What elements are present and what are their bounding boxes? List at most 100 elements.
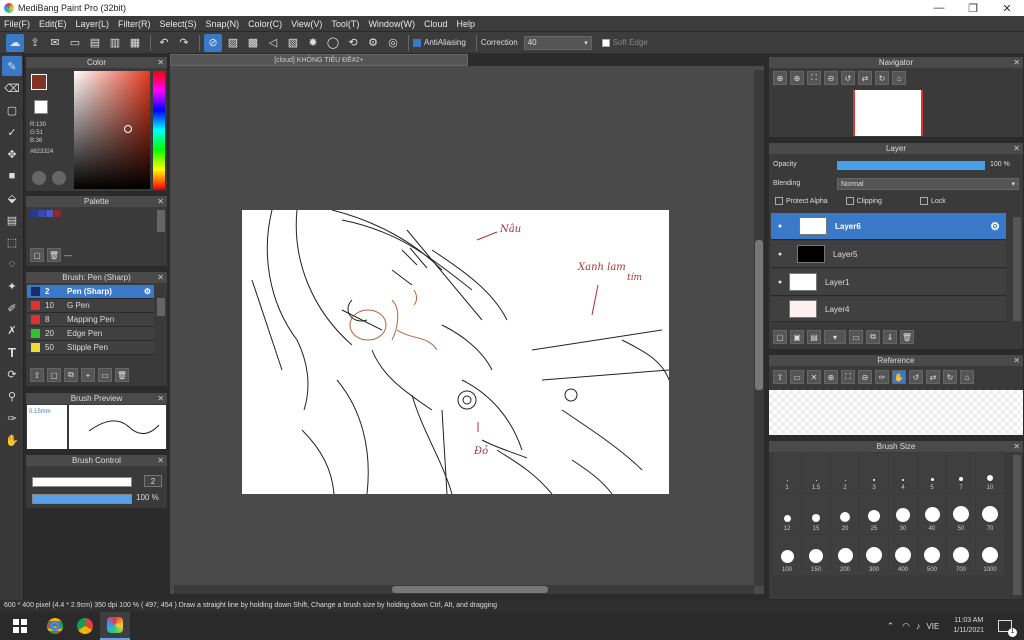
brush-size-option[interactable]: 25 [860, 494, 888, 534]
antialiasing-checkbox[interactable] [413, 38, 421, 47]
upload-icon[interactable]: ⇧ [30, 368, 44, 382]
fit-icon[interactable]: ⛶ [807, 71, 821, 85]
upload-icon[interactable]: ⇧ [773, 370, 787, 384]
background-color-swatch[interactable] [34, 100, 48, 114]
brush-size-option[interactable]: 40 [918, 494, 946, 534]
vertical-scroll-thumb[interactable] [755, 240, 763, 390]
menu-help[interactable]: Help [456, 19, 475, 29]
brush-size-option[interactable]: 15 [802, 494, 830, 534]
menu-file[interactable]: File(F) [4, 19, 30, 29]
eraser-tool-icon[interactable]: ⌫ [2, 78, 22, 98]
close-icon[interactable]: ✕ [157, 455, 164, 466]
folder-icon[interactable]: ▭ [849, 330, 863, 344]
zoom-in-icon[interactable]: ⊕ [773, 71, 787, 85]
magic-wand-icon[interactable]: ✦ [2, 276, 22, 296]
snap-parallel-icon[interactable]: ▨ [224, 34, 242, 52]
snap-concentric-icon[interactable]: ✸ [304, 34, 322, 52]
zoom-in-icon[interactable]: ⊕ [824, 370, 838, 384]
operation-tool-icon[interactable]: ⟳ [2, 364, 22, 384]
menu-tool[interactable]: Tool(T) [331, 19, 359, 29]
snap-circle-icon[interactable]: ◯ [324, 34, 342, 52]
flip-icon[interactable]: ⇄ [926, 370, 940, 384]
lock-icon[interactable]: ⌂ [960, 370, 974, 384]
close-icon[interactable]: ✕ [1013, 143, 1020, 154]
input-language[interactable]: VIE [926, 622, 939, 631]
layer-row[interactable]: ● Layer5 [771, 241, 1006, 268]
layer-row[interactable]: Layer4 [771, 297, 1006, 322]
notification-icon[interactable]: 1 [998, 620, 1017, 637]
horizontal-scroll-thumb[interactable] [392, 586, 548, 593]
new-layer-alt-icon[interactable]: ▣ [790, 330, 804, 344]
text-tool-icon[interactable]: T [2, 342, 22, 362]
new-layer-icon[interactable]: ▢ [773, 330, 787, 344]
brush-item[interactable]: 8 Mapping Pen [27, 313, 154, 327]
lock-checkbox[interactable] [919, 197, 928, 205]
gradient-tool-icon[interactable]: ▤ [2, 210, 22, 230]
reference-image-area[interactable] [769, 390, 1023, 435]
volume-icon[interactable]: ♪ [916, 621, 921, 631]
correction-select[interactable]: 40 ▾ [523, 35, 592, 50]
move-tool-icon[interactable]: ✥ [2, 144, 22, 164]
menu-snap[interactable]: Snap(N) [206, 19, 240, 29]
medibang-taskbar-icon[interactable] [100, 612, 130, 640]
close-reference-icon[interactable]: ✕ [807, 370, 821, 384]
snap-gear-icon[interactable]: ⚙ [364, 34, 382, 52]
brush-size-option[interactable]: 400 [889, 535, 917, 575]
brush-size-option[interactable]: 100 [773, 535, 801, 575]
fit-icon[interactable]: ⛶ [841, 370, 855, 384]
brush-item[interactable]: 2 Pen (Sharp) ⚙ [27, 285, 154, 299]
swap-color-button[interactable] [52, 171, 66, 185]
brush-item[interactable]: 10 G Pen [27, 299, 154, 313]
layer-row[interactable]: ● Layer1 [771, 269, 1006, 296]
add-layer-menu-icon[interactable]: ▾ [824, 330, 846, 344]
visibility-icon[interactable]: ● [775, 279, 785, 286]
rotate-right-icon[interactable]: ↻ [943, 370, 957, 384]
palette-swatch[interactable] [54, 210, 61, 217]
soft-edge-checkbox[interactable] [601, 38, 610, 47]
visibility-icon[interactable]: ● [775, 251, 785, 258]
reset-icon[interactable]: ⌂ [892, 71, 906, 85]
check-tool-icon[interactable]: ✓ [2, 122, 22, 142]
open-folder-icon[interactable]: ▭ [790, 370, 804, 384]
vertical-scrollbar[interactable] [754, 70, 764, 586]
merge-icon[interactable]: ⇓ [883, 330, 897, 344]
close-icon[interactable]: ✕ [157, 57, 164, 68]
close-icon[interactable]: ✕ [157, 272, 164, 283]
close-button[interactable]: ✕ [990, 2, 1024, 15]
gear-icon[interactable]: ⚙ [144, 287, 151, 296]
clock[interactable]: 11:03 AM 1/11/2021 [953, 616, 984, 636]
brush-size-option[interactable]: 700 [947, 535, 975, 575]
chrome-profile-icon[interactable] [70, 612, 100, 640]
menu-cloud[interactable]: Cloud [424, 19, 448, 29]
redo-icon[interactable]: ↷ [175, 34, 193, 52]
canvas-area[interactable]: Nâu Xanh lam tím Đỏ [170, 66, 764, 594]
palette-scrollbar[interactable] [157, 210, 165, 232]
menu-filter[interactable]: Filter(R) [118, 19, 151, 29]
brush-size-option[interactable]: 10 [976, 453, 1004, 493]
windows-start-icon[interactable] [0, 612, 40, 640]
menu-select[interactable]: Select(S) [160, 19, 197, 29]
gear-icon[interactable]: ⚙ [990, 220, 1000, 233]
hand-tool-icon[interactable]: ✋ [2, 430, 22, 450]
select-pen-icon[interactable]: ✐ [2, 298, 22, 318]
close-icon[interactable]: ✕ [1013, 441, 1020, 452]
brush-size-option[interactable]: 1 [773, 453, 801, 493]
select-eraser-icon[interactable]: ✗ [2, 320, 22, 340]
brush-tool-icon[interactable]: ✎ [2, 56, 22, 76]
brush-size-option[interactable]: 3 [860, 453, 888, 493]
snap-curve-icon[interactable]: ⟲ [344, 34, 362, 52]
foreground-color-swatch[interactable] [31, 74, 47, 90]
brush-item[interactable]: 20 Edge Pen [27, 327, 154, 341]
rotate-left-icon[interactable]: ↺ [841, 71, 855, 85]
zoom-out-icon[interactable]: ⊖ [824, 71, 838, 85]
brush-item[interactable]: 50 Stipple Pen [27, 341, 154, 355]
eyedropper-icon[interactable]: ✑ [875, 370, 889, 384]
wifi-icon[interactable]: ◠ [902, 621, 910, 632]
brush-size-option[interactable]: 1000 [976, 535, 1004, 575]
chat-icon[interactable]: ▭ [66, 34, 84, 52]
lasso-tool-icon[interactable]: ◌ [2, 254, 22, 274]
brush-size-option[interactable]: 1.5 [802, 453, 830, 493]
brush-size-option[interactable]: 4 [889, 453, 917, 493]
brush-size-option[interactable]: 30 [889, 494, 917, 534]
brush-size-option[interactable]: 2 [831, 453, 859, 493]
